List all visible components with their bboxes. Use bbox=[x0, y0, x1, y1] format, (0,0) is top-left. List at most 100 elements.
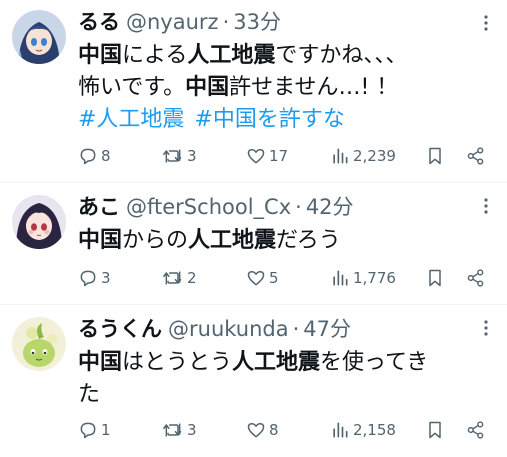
tweet-text-line: 中国はとうとう人工地震を使ってき bbox=[78, 347, 495, 379]
avatar[interactable] bbox=[12, 195, 66, 249]
tweet-text: 中国からの人工地震だろう bbox=[78, 225, 495, 257]
views-button[interactable]: 2,158 bbox=[330, 420, 426, 440]
like-icon bbox=[247, 149, 265, 164]
more-icon[interactable] bbox=[477, 197, 495, 215]
like-button[interactable]: 5 bbox=[246, 268, 330, 288]
views-icon bbox=[333, 270, 348, 286]
timestamp[interactable]: 42分 bbox=[306, 193, 354, 221]
avatar[interactable] bbox=[12, 10, 66, 64]
views-button[interactable]: 1,776 bbox=[330, 268, 426, 288]
like-icon bbox=[247, 423, 265, 438]
like-button[interactable]: 8 bbox=[246, 420, 330, 440]
text-segment: を使ってき bbox=[320, 350, 429, 375]
text-segment: 中国 bbox=[78, 350, 123, 375]
separator: · bbox=[222, 10, 230, 34]
reply-count: 1 bbox=[101, 421, 111, 439]
text-segment: た bbox=[78, 382, 101, 407]
user-handle[interactable]: @nyaurz bbox=[126, 8, 219, 36]
reply-button[interactable]: 3 bbox=[78, 268, 162, 288]
views-button[interactable]: 2,239 bbox=[330, 146, 426, 166]
share-icon bbox=[467, 269, 484, 287]
tweet[interactable]: るる @nyaurz · 33分 中国による人工地震ですかね、、、 怖いです。中… bbox=[0, 0, 507, 183]
reply-button[interactable]: 1 bbox=[78, 420, 162, 440]
retweet-icon bbox=[163, 149, 182, 163]
action-bar: 3 2 5 1,776 bbox=[78, 268, 495, 288]
like-button[interactable]: 17 bbox=[246, 146, 330, 166]
like-count: 8 bbox=[269, 421, 279, 439]
separator: · bbox=[295, 195, 302, 219]
reply-icon bbox=[80, 422, 96, 439]
view-count: 1,776 bbox=[353, 269, 396, 287]
tweet-text: 中国はとうとう人工地震を使ってき た bbox=[78, 347, 495, 411]
tweet[interactable]: るうくん @ruukunda · 47分 中国はとうとう人工地震を使ってき た … bbox=[0, 305, 507, 457]
retweet-count: 3 bbox=[187, 421, 197, 439]
reply-icon bbox=[80, 148, 96, 165]
tweet-text: 中国による人工地震ですかね、、、 怖いです。中国許せません…! ！ #人工地震 #… bbox=[78, 40, 495, 136]
text-segment: 人工地震 bbox=[232, 350, 321, 375]
tweet[interactable]: あこ @fterSchool_Cx · 42分 中国からの人工地震だろう 3 2… bbox=[0, 183, 507, 305]
retweet-button[interactable]: 3 bbox=[162, 146, 246, 166]
retweet-button[interactable]: 3 bbox=[162, 420, 246, 440]
retweet-count: 2 bbox=[187, 269, 197, 287]
share-button[interactable] bbox=[466, 420, 488, 440]
like-count: 5 bbox=[269, 269, 279, 287]
bookmark-icon bbox=[429, 421, 441, 439]
tweet-text-line: 怖いです。中国許せません…! ！ bbox=[78, 72, 495, 104]
display-name[interactable]: あこ bbox=[78, 193, 120, 221]
text-segment: 怖いです。 bbox=[78, 75, 186, 100]
retweet-button[interactable]: 2 bbox=[162, 268, 246, 288]
tweet-header: るる @nyaurz · 33分 bbox=[78, 8, 495, 38]
bookmark-button[interactable] bbox=[426, 268, 466, 288]
share-button[interactable] bbox=[466, 268, 488, 288]
text-segment: 人工地震 bbox=[188, 228, 277, 253]
hashtag-link[interactable]: #人工地震 bbox=[78, 107, 184, 132]
view-count: 2,239 bbox=[353, 147, 396, 165]
reply-button[interactable]: 8 bbox=[78, 146, 162, 166]
reply-icon bbox=[80, 270, 96, 287]
tweet-header: るうくん @ruukunda · 47分 bbox=[78, 315, 495, 345]
reply-count: 8 bbox=[101, 147, 111, 165]
user-handle[interactable]: @fterSchool_Cx bbox=[126, 193, 291, 221]
action-bar: 1 3 8 2,158 bbox=[78, 420, 495, 440]
more-icon[interactable] bbox=[477, 319, 495, 337]
like-icon bbox=[247, 271, 265, 286]
views-icon bbox=[333, 422, 348, 438]
share-button[interactable] bbox=[466, 146, 488, 166]
avatar[interactable] bbox=[12, 317, 66, 371]
tweet-text-line: た bbox=[78, 379, 495, 411]
separator: · bbox=[292, 317, 300, 341]
tweet-text-line: 中国による人工地震ですかね、、、 bbox=[78, 40, 495, 72]
more-icon[interactable] bbox=[477, 14, 495, 32]
hashtag-link[interactable]: #中国を許すな bbox=[194, 107, 344, 132]
bookmark-button[interactable] bbox=[426, 146, 466, 166]
text-segment: ですかね、、、 bbox=[275, 43, 408, 68]
bookmark-icon bbox=[429, 147, 441, 165]
timeline-feed: るる @nyaurz · 33分 中国による人工地震ですかね、、、 怖いです。中… bbox=[0, 0, 507, 457]
timestamp[interactable]: 47分 bbox=[303, 315, 351, 343]
text-segment: だろう bbox=[276, 228, 341, 253]
action-bar: 8 3 17 2,239 bbox=[78, 146, 495, 166]
display-name[interactable]: るうくん bbox=[78, 315, 162, 343]
text-segment: からの bbox=[122, 228, 189, 253]
display-name[interactable]: るる bbox=[78, 8, 120, 36]
reply-count: 3 bbox=[101, 269, 111, 287]
views-icon bbox=[333, 148, 348, 164]
text-segment: はとうとう bbox=[122, 350, 233, 375]
text-segment: による bbox=[122, 43, 188, 68]
tweet-text-line: 中国からの人工地震だろう bbox=[78, 225, 495, 257]
retweet-icon bbox=[163, 423, 182, 437]
bookmark-button[interactable] bbox=[426, 420, 466, 440]
like-count: 17 bbox=[269, 147, 289, 165]
text-segment: 許せません…! ！ bbox=[229, 75, 399, 100]
retweet-icon bbox=[163, 271, 182, 285]
text-segment: 人工地震 bbox=[187, 43, 276, 68]
share-icon bbox=[467, 421, 484, 439]
bookmark-icon bbox=[429, 269, 441, 287]
tweet-header: あこ @fterSchool_Cx · 42分 bbox=[78, 193, 495, 223]
view-count: 2,158 bbox=[353, 421, 396, 439]
timestamp[interactable]: 33分 bbox=[233, 8, 281, 36]
share-icon bbox=[467, 147, 484, 165]
text-segment: 中国 bbox=[185, 75, 230, 100]
hashtag-list: #人工地震 #中国を許すな bbox=[78, 104, 495, 136]
user-handle[interactable]: @ruukunda bbox=[168, 315, 289, 343]
